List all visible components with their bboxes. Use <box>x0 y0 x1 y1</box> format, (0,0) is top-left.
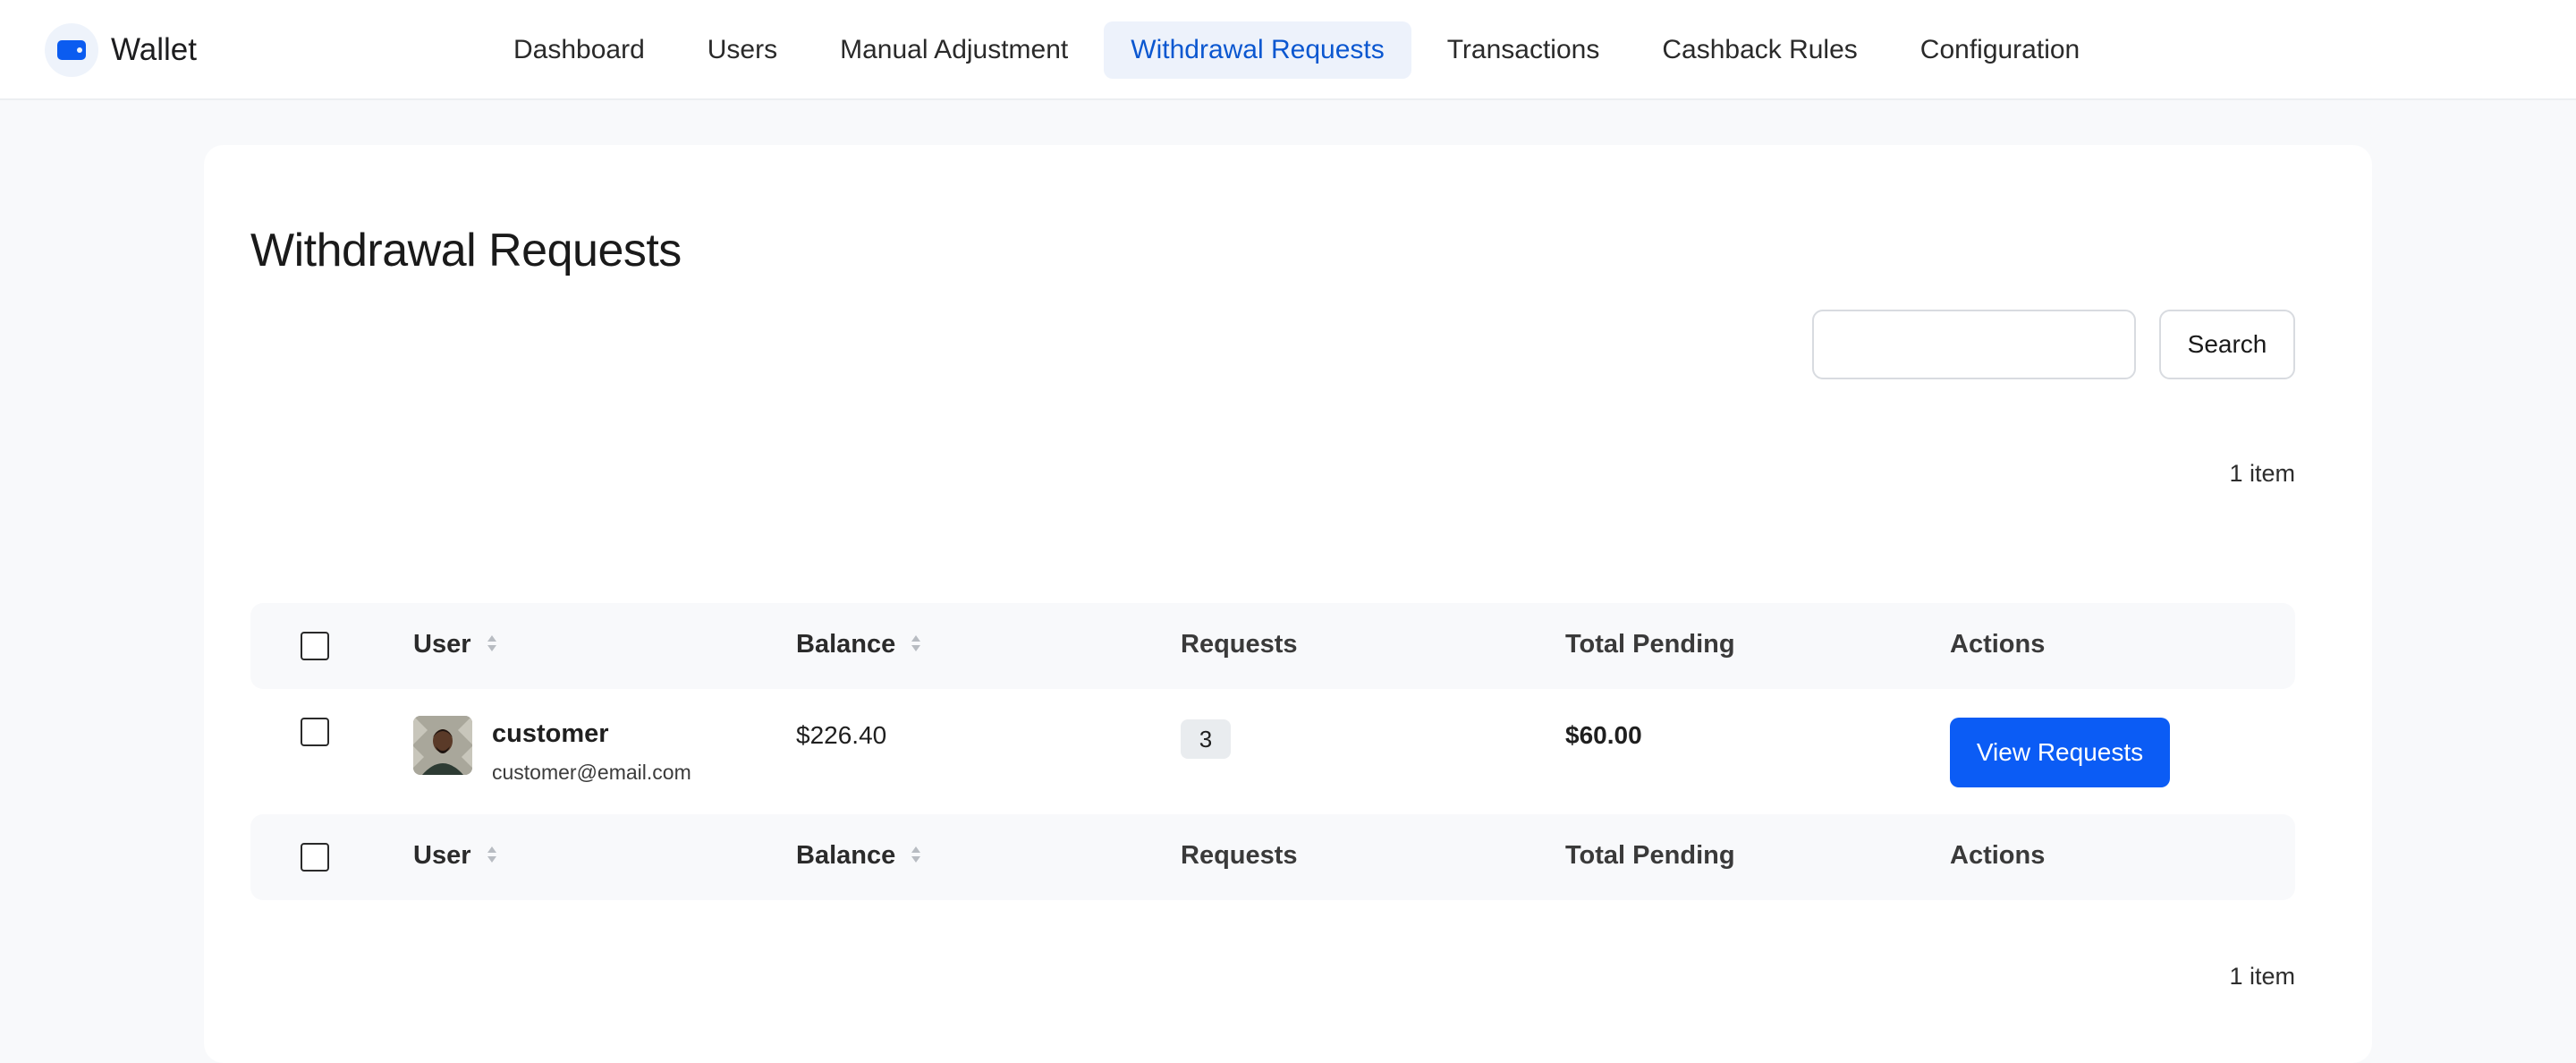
column-header-user-label: User <box>413 630 471 659</box>
select-all-checkbox[interactable] <box>301 632 329 660</box>
withdrawal-table: User Balance Requests Total Pending Acti… <box>250 603 2295 900</box>
nav-item-users[interactable]: Users <box>681 21 804 79</box>
sort-icon[interactable] <box>486 844 498 865</box>
nav-item-withdrawal-requests[interactable]: Withdrawal Requests <box>1104 21 1411 79</box>
sort-icon[interactable] <box>910 633 922 654</box>
total-pending: $60.00 <box>1565 721 1642 749</box>
nav-item-configuration[interactable]: Configuration <box>1894 21 2106 79</box>
page-title: Withdrawal Requests <box>250 225 682 276</box>
column-footer-balance[interactable]: Balance <box>796 841 922 871</box>
item-count-bottom: 1 item <box>2229 963 2295 990</box>
main-nav: Dashboard Users Manual Adjustment Withdr… <box>0 21 2576 79</box>
user-balance: $226.40 <box>796 721 887 749</box>
top-bar: Wallet Dashboard Users Manual Adjustment… <box>0 0 2576 100</box>
sort-icon[interactable] <box>910 844 922 865</box>
nav-item-manual-adjustment[interactable]: Manual Adjustment <box>813 21 1095 79</box>
table-row: customer customer@email.com $226.40 3 $6… <box>250 689 2295 814</box>
column-footer-requests: Requests <box>1181 841 1298 870</box>
nav-item-cashback-rules[interactable]: Cashback Rules <box>1635 21 1884 79</box>
sort-icon[interactable] <box>486 633 498 654</box>
content-card: Withdrawal Requests Search 1 item User B… <box>204 145 2372 1063</box>
search-input[interactable] <box>1812 310 2136 379</box>
item-count-top: 1 item <box>2229 460 2295 487</box>
table-footer: User Balance Requests Total Pending Acti… <box>250 814 2295 900</box>
column-header-user[interactable]: User <box>413 630 498 659</box>
column-footer-user-label: User <box>413 841 471 870</box>
column-header-balance[interactable]: Balance <box>796 630 922 659</box>
user-name: customer <box>492 719 609 748</box>
column-header-actions: Actions <box>1950 630 2046 659</box>
nav-item-transactions[interactable]: Transactions <box>1420 21 1627 79</box>
search-button[interactable]: Search <box>2159 310 2295 379</box>
column-header-requests: Requests <box>1181 630 1298 659</box>
column-footer-total-pending: Total Pending <box>1565 841 1735 870</box>
row-checkbox[interactable] <box>301 718 329 746</box>
view-requests-button[interactable]: View Requests <box>1950 718 2170 787</box>
table-header: User Balance Requests Total Pending Acti… <box>250 603 2295 689</box>
select-all-checkbox-footer[interactable] <box>301 843 329 872</box>
nav-item-dashboard[interactable]: Dashboard <box>487 21 672 79</box>
column-header-balance-label: Balance <box>796 630 896 659</box>
column-header-total-pending: Total Pending <box>1565 630 1735 659</box>
avatar <box>413 716 472 775</box>
user-email: customer@email.com <box>492 761 691 784</box>
requests-count-badge: 3 <box>1181 719 1231 759</box>
avatar-image <box>413 716 472 775</box>
column-footer-balance-label: Balance <box>796 841 896 870</box>
column-footer-user[interactable]: User <box>413 841 498 871</box>
column-footer-actions: Actions <box>1950 841 2046 870</box>
